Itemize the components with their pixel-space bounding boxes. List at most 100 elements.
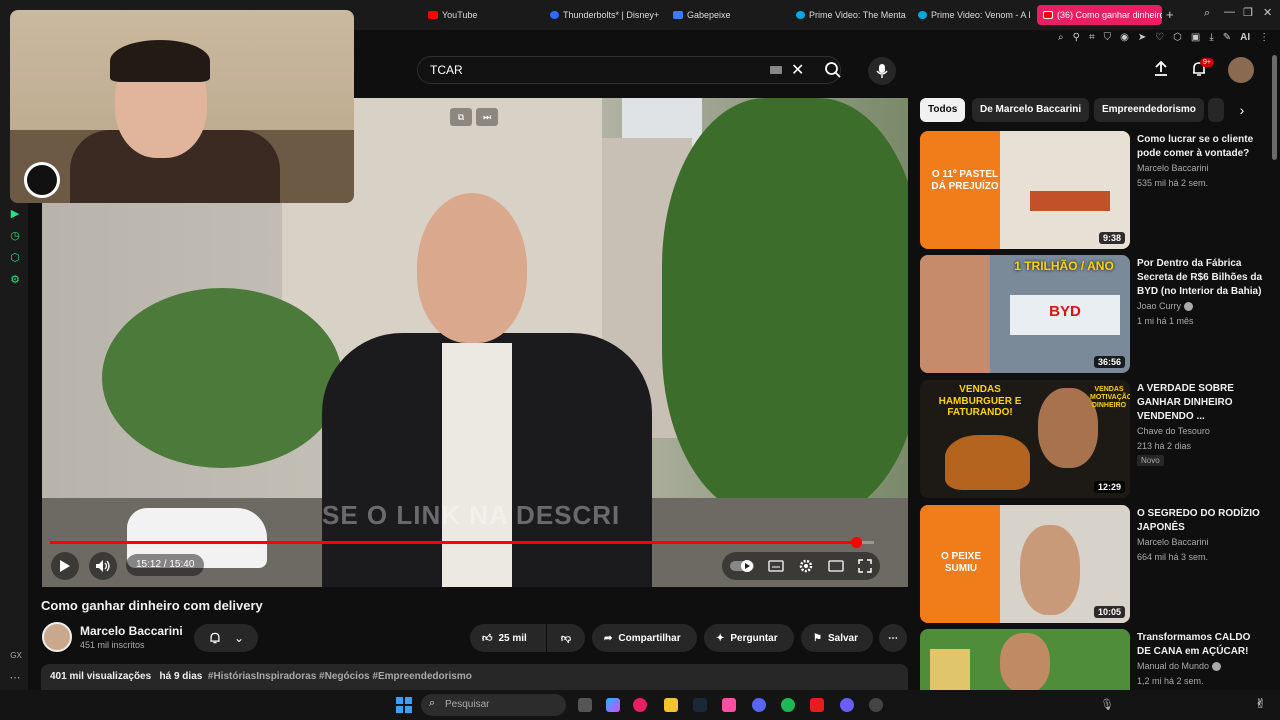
player-icon[interactable]: ▶ — [9, 208, 21, 220]
wallet-icon[interactable]: ▣ — [1191, 32, 1200, 43]
chip-all[interactable]: Todos — [920, 98, 966, 122]
close-icon[interactable]: ✕ — [1263, 6, 1272, 19]
tab-disney[interactable]: Thunderbolts* | Disney+ — [550, 7, 662, 23]
recommendation-item[interactable]: VENDAS HAMBURGUER E FATURANDO! VENDAS MO… — [920, 380, 1265, 498]
video-thumbnail[interactable] — [920, 629, 1130, 690]
heart-icon[interactable]: ♡ — [1155, 32, 1164, 43]
shield-icon[interactable]: ⛉ — [1104, 32, 1112, 43]
crop-icon[interactable]: ⌗ — [1089, 32, 1095, 43]
copilot-icon[interactable] — [606, 698, 620, 712]
file-explorer-icon[interactable] — [664, 698, 678, 712]
video-thumbnail[interactable]: VENDAS HAMBURGUER E FATURANDO! VENDAS MO… — [920, 380, 1130, 498]
taskbar: Pesquisar ⌕ 🎙︎ ✌︎ — [0, 690, 1280, 720]
chevron-right-icon[interactable]: › — [1232, 100, 1252, 120]
chip-channel[interactable]: De Marcelo Baccarini — [972, 98, 1090, 122]
channel-avatar[interactable] — [42, 622, 72, 652]
windows-start-icon[interactable] — [396, 697, 412, 713]
recommendation-channel[interactable]: Marcelo Baccarini — [1137, 163, 1209, 173]
next-video-icon[interactable]: ⏭ — [476, 108, 498, 126]
tab-youtube[interactable]: YouTube — [428, 7, 518, 23]
hashtags[interactable]: #HistóriasInspiradoras #Negócios #Empree… — [208, 671, 472, 682]
subscription-button[interactable]: ⌄ — [194, 624, 258, 652]
pin-icon[interactable]: ⚲ — [1073, 32, 1080, 43]
download-icon[interactable]: ⤓ — [1209, 32, 1213, 43]
new-tab-icon[interactable]: + — [1166, 7, 1174, 22]
recommendation-channel[interactable]: Chave do Tesouro — [1137, 426, 1210, 436]
app-icon[interactable] — [840, 698, 854, 712]
recommendation-item[interactable]: 1 TRILHÃO / ANO BYD 36:56 Por Dentro da … — [920, 255, 1265, 373]
video-thumbnail[interactable]: O 11º PASTEL DÁ PREJUÍZO 9:38 — [920, 131, 1130, 249]
app-icon[interactable] — [722, 698, 736, 712]
settings-icon[interactable]: ⚙ — [9, 274, 21, 286]
tab-prime-mentalist[interactable]: Prime Video: The Mentali — [796, 7, 906, 23]
recommendation-item[interactable]: O 11º PASTEL DÁ PREJUÍZO 9:38 Como lucra… — [920, 131, 1265, 249]
video-thumbnail[interactable]: O PEIXE SUMIU 10:05 — [920, 505, 1130, 623]
extension-icon[interactable]: ⬡ — [1173, 32, 1182, 43]
search-tabs-icon[interactable]: ⌕ — [1204, 7, 1210, 20]
send-icon[interactable]: ➤ — [1138, 32, 1146, 43]
menu-icon[interactable]: ⋮ — [1259, 32, 1269, 43]
progress-bar[interactable] — [50, 537, 874, 548]
pen-icon[interactable]: ✎ — [1223, 32, 1231, 43]
autoplay-toggle-icon[interactable] — [730, 559, 754, 573]
microphone-icon[interactable]: 🎙︎ — [1100, 698, 1114, 711]
search-button[interactable] — [813, 56, 853, 84]
recommendation-channel[interactable]: Joao Curry — [1137, 301, 1194, 312]
taskbar-search-input[interactable]: Pesquisar — [421, 694, 566, 716]
video-thumbnail[interactable]: 1 TRILHÃO / ANO BYD 36:56 — [920, 255, 1130, 373]
recommendation-channel[interactable]: Manual do Mundo — [1137, 661, 1222, 672]
tab-gabepeixe[interactable]: Gabepeixe — [673, 7, 773, 23]
tab-prime-venom[interactable]: Prime Video: Venom - A L — [918, 7, 1030, 23]
dislike-button[interactable]: 👎︎ — [547, 624, 585, 652]
steam-icon[interactable] — [693, 698, 707, 712]
voice-search-button[interactable] — [868, 57, 896, 85]
gx-icon[interactable]: GX — [10, 650, 22, 662]
extensions-icon[interactable]: ⬡ — [9, 252, 21, 264]
discord-icon[interactable] — [752, 698, 766, 712]
volume-button[interactable] — [89, 552, 117, 580]
description-box[interactable]: 401 mil visualizações há 9 dias #Históri… — [41, 664, 908, 690]
create-button[interactable] — [1152, 60, 1170, 83]
page-scrollbar[interactable] — [1272, 55, 1277, 160]
history-icon[interactable]: ◷ — [9, 230, 21, 242]
task-view-icon[interactable] — [578, 698, 592, 712]
settings-gear-icon[interactable] — [798, 558, 814, 574]
save-button[interactable]: ⚑ Salvar — [801, 624, 873, 652]
theater-mode-icon[interactable] — [828, 560, 844, 572]
ask-button[interactable]: ✦ Perguntar — [704, 624, 794, 652]
recommendation-item[interactable]: O PEIXE SUMIU 10:05 O SEGREDO DO RODÍZIO… — [920, 505, 1265, 623]
clear-search-icon[interactable]: ✕ — [791, 60, 804, 80]
recommendation-title[interactable]: Como lucrar se o cliente pode comer à vo… — [1137, 133, 1263, 161]
recommendation-item[interactable]: Transformamos CALDO DE CANA em AÇÚCAR! M… — [920, 629, 1265, 690]
zoom-icon[interactable]: ⌕ — [1058, 32, 1064, 43]
subtitles-icon[interactable] — [768, 560, 784, 572]
keyboard-icon[interactable] — [770, 66, 782, 74]
chip-partial[interactable] — [1208, 98, 1224, 122]
progress-scrubber[interactable] — [850, 537, 862, 548]
camera-icon[interactable]: ◉ — [1120, 32, 1129, 43]
chip-topic[interactable]: Empreendedorismo — [1094, 98, 1204, 122]
account-avatar[interactable] — [1228, 57, 1254, 83]
recommendation-channel[interactable]: Marcelo Baccarini — [1137, 537, 1209, 547]
share-button[interactable]: ➦ Compartilhar — [592, 624, 697, 652]
app-tray-icon[interactable]: ✌︎ — [1255, 696, 1266, 712]
recommendation-title[interactable]: O SEGREDO DO RODÍZIO JAPONÊS — [1137, 507, 1263, 535]
minimize-icon[interactable]: — — [1224, 6, 1235, 18]
like-button[interactable]: 👍︎ 25 mil — [470, 624, 546, 652]
app-icon[interactable] — [869, 698, 883, 712]
recommendation-title[interactable]: Transformamos CALDO DE CANA em AÇÚCAR! — [1137, 631, 1263, 659]
fullscreen-icon[interactable] — [858, 559, 872, 573]
ai-button[interactable]: AI — [1240, 32, 1250, 43]
miniplayer-icon[interactable]: ⧉ — [450, 108, 472, 126]
app-icon[interactable] — [810, 698, 824, 712]
more-icon[interactable]: ⋯ — [9, 672, 21, 684]
spotify-icon[interactable] — [781, 698, 795, 712]
play-button[interactable] — [51, 552, 79, 580]
recommendation-title[interactable]: A VERDADE SOBRE GANHAR DINHEIRO VENDENDO… — [1137, 382, 1263, 424]
recommendation-title[interactable]: Por Dentro da Fábrica Secreta de R$6 Bil… — [1137, 257, 1263, 299]
tab-active-video[interactable]: (36) Como ganhar dinheiro — [1037, 5, 1162, 25]
more-actions-button[interactable]: ⋯ — [879, 624, 907, 652]
opera-gx-icon[interactable] — [633, 698, 647, 712]
maximize-icon[interactable]: ❐ — [1243, 6, 1253, 19]
channel-name[interactable]: Marcelo Baccarini — [80, 624, 183, 638]
